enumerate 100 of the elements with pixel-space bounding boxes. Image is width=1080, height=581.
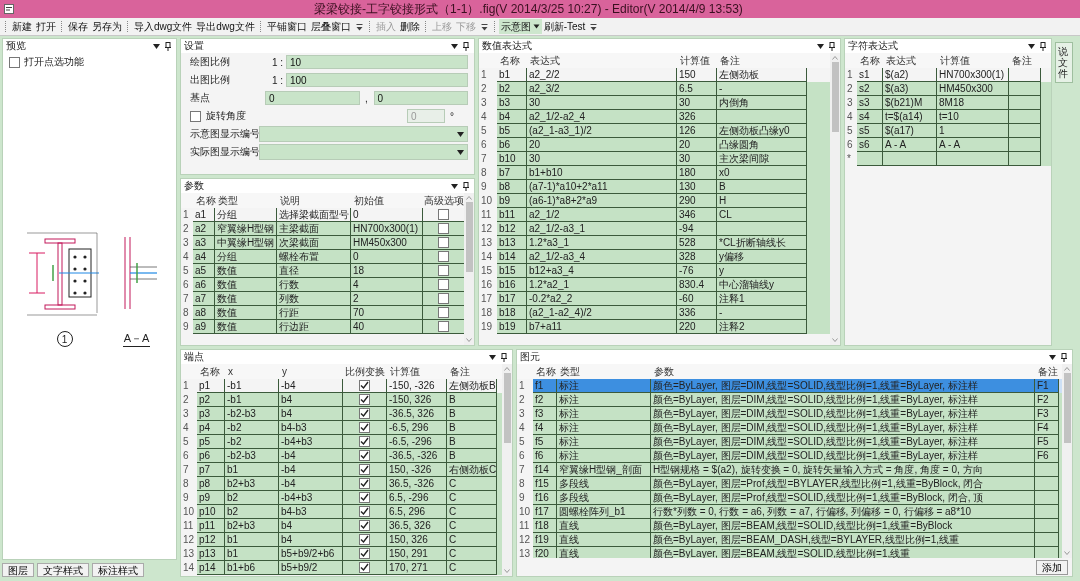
table-row[interactable]: 2 a2 窄翼缘H型钢 主梁截面 HN700x300(1) [181,222,464,236]
checkbox[interactable] [359,394,370,405]
pin-icon[interactable] [501,352,507,362]
pin-icon[interactable] [463,41,469,51]
table-row[interactable]: 8 f15 多段线 颜色=ByLayer, 图层=Prof,线型=BYLAYER,线型比例=1,线重=ByBlock, 闭合 [517,477,1062,491]
table-row[interactable]: 19 b19 b7+a11 220 注释2 [479,320,830,334]
column-header[interactable]: 计算值 [937,53,1009,68]
table-row[interactable]: 6 s6 A - A A - A [845,138,1051,152]
table-row[interactable]: 11 b11 a2_1/2 346 CL [479,208,830,222]
toolbar-button[interactable]: 导出dwg文件 [194,19,257,34]
table-row[interactable]: 16 b16 1.2*a2_1 830.4 中心溜轴线y [479,278,830,292]
dropdown-icon[interactable] [817,43,824,49]
table-row[interactable]: 12 p12 b1 b4 150, 326 C [181,533,502,547]
column-header[interactable]: x [225,364,279,379]
table-row[interactable]: 13 b13 1.2*a3_1 528 *CL折断轴线长 [479,236,830,250]
table-row[interactable]: 4 s4 t=$(a14) t=10 [845,110,1051,124]
table-row[interactable]: 4 b4 a2_1/2-a2_4 326 [479,110,830,124]
checkbox[interactable] [359,464,370,475]
checkbox[interactable] [359,548,370,559]
checkbox[interactable] [359,450,370,461]
checkbox[interactable] [359,380,370,391]
table-row[interactable]: 9 f16 多段线 颜色=ByLayer, 图层=Prof,线型=SOLID,线型比例=1,线重=ByBlock, 闭合, 顶 [517,491,1062,505]
add-button[interactable]: 添加 [1036,559,1068,575]
scroll-thumb[interactable] [831,62,839,132]
table-row[interactable]: 10 b9 (a6-1)*a8+2*a9 290 H [479,194,830,208]
dropdown-icon[interactable] [153,43,160,49]
checkbox[interactable] [438,237,449,248]
pin-icon[interactable] [829,41,835,51]
table-row[interactable]: 17 b17 -0.2*a2_2 -60 注释1 [479,292,830,306]
checkbox[interactable] [438,251,449,262]
checkbox[interactable] [438,307,449,318]
checkbox[interactable] [359,506,370,517]
column-header[interactable]: 计算值 [677,53,717,68]
checkbox[interactable] [359,534,370,545]
pin-icon[interactable] [1061,352,1067,362]
input-field[interactable]: 0 [265,91,360,105]
dropdown-icon[interactable] [451,183,458,189]
checkbox[interactable] [359,436,370,447]
table-row[interactable]: 11 p11 b2+b3 b4 36.5, 326 C [181,519,502,533]
column-header[interactable]: 说明 [277,193,351,208]
table-row[interactable]: 6 a6 数值 行数 4 [181,278,464,292]
column-header[interactable]: 计算值 [387,364,447,379]
toolbar-button[interactable]: 另存为 [90,19,124,34]
table-row[interactable]: 9 a9 数值 行边距 40 [181,320,464,334]
table-row[interactable]: 8 p8 b2+b3 -b4 36.5, -326 C [181,477,502,491]
overflow-icon[interactable] [590,22,598,31]
table-row[interactable]: 4 a4 分组 螺栓布置 0 [181,250,464,264]
checkbox[interactable] [438,321,449,332]
table-row[interactable]: 1 a1 分组 选择梁截面型号 0 [181,208,464,222]
scroll-thumb[interactable] [465,202,473,272]
table-row[interactable]: 18 b18 (a2_1-a2_4)/2 336 - [479,306,830,320]
tab-button[interactable]: 文字样式 [37,563,89,577]
overflow-icon[interactable] [480,22,488,31]
table-row[interactable]: 5 p5 -b2 -b4+b3 -6.5, -296 B [181,435,502,449]
checkbox[interactable] [359,562,370,573]
column-header[interactable]: 名称 [197,364,225,379]
column-header[interactable]: 表达式 [883,53,937,68]
table-row[interactable]: 9 b8 (a7-1)*a10+2*a11 130 B [479,180,830,194]
table-row[interactable]: 11 f18 直线 颜色=ByLayer, 图层=BEAM,线型=SOLID,线型比例=1,线重=ByBlock [517,519,1062,533]
table-row[interactable]: 13 p13 b1 b5+b9/2+b6 150, 291 C [181,547,502,561]
toolbar-button[interactable]: 保存 [66,19,90,34]
column-header[interactable]: 名称 [857,53,883,68]
toolbar-button[interactable]: 删除 [397,19,422,34]
scrollbar[interactable] [830,53,840,345]
table-row[interactable]: 10 f17 圆螺栓阵列_b1 行数*列数 = 0, 行数 = a6, 列数 = a7, 行偏移, 列偏移 = 0, 行偏移 = a8*10 [517,505,1062,519]
table-row[interactable]: 3 p3 -b2-b3 b4 -36.5, 326 B [181,407,502,421]
table-row[interactable]: 6 f6 标注 颜色=ByLayer, 图层=DIM,线型=SOLID,线型比例=1,线重=ByLayer, 标注样 F6 [517,449,1062,463]
column-header[interactable]: 类型 [557,364,651,379]
dropdown-field[interactable] [259,144,468,160]
column-header[interactable]: 类型 [215,193,277,208]
column-header[interactable]: 高级选项 [423,193,465,208]
scrollbar[interactable] [1062,364,1072,558]
side-tab[interactable]: 说文件 [1055,42,1073,83]
input-field[interactable]: 100 [286,73,468,87]
column-header[interactable]: 名称 [533,364,557,379]
table-row[interactable]: 7 f14 窄翼缘H型钢_剖面 H型钢规格 = $(a2), 旋转变换 = 0, 旋转矢量输入方式 = 角度, 角度 = 0, 方向 [517,463,1062,477]
table-row[interactable]: 3 f3 标注 颜色=ByLayer, 图层=DIM,线型=SOLID,线型比例=1,线重=ByLayer, 标注样 F3 [517,407,1062,421]
checkbox[interactable] [359,520,370,531]
checkbox[interactable] [359,408,370,419]
checkbox[interactable] [438,223,449,234]
table-row[interactable]: 14 b14 a2_1/2-a3_4 328 y偏移 [479,250,830,264]
table-row[interactable]: 7 p7 b1 -b4 150, -326 右侧劲板C [181,463,502,477]
toolbar-button[interactable]: 打开 [34,19,58,34]
dropdown-icon[interactable] [451,43,458,49]
tab-button[interactable]: 标注样式 [92,563,144,577]
input-field[interactable]: 0 [373,91,468,105]
pick-checkbox[interactable]: 打开点选功能 [3,53,90,71]
table-row[interactable]: 3 b3 30 30 内倒角 [479,96,830,110]
checkbox[interactable] [438,293,449,304]
scroll-thumb[interactable] [1063,373,1071,443]
table-row[interactable]: 3 a3 中翼缘H型钢 次梁截面 HM450x300 [181,236,464,250]
column-header[interactable]: 名称 [193,193,215,208]
table-row[interactable]: 3 s3 $(b21)M 8M18 [845,96,1051,110]
table-row[interactable]: 5 a5 数值 直径 18 [181,264,464,278]
rotation-checkbox[interactable]: 旋转角度 [190,109,404,123]
checkbox[interactable] [438,279,449,290]
table-row[interactable]: 2 b2 a2_3/2 6.5 - [479,82,830,96]
column-header[interactable]: 备注 [447,364,497,379]
table-row[interactable]: 8 a8 数值 行距 70 [181,306,464,320]
column-header[interactable]: y [279,364,343,379]
